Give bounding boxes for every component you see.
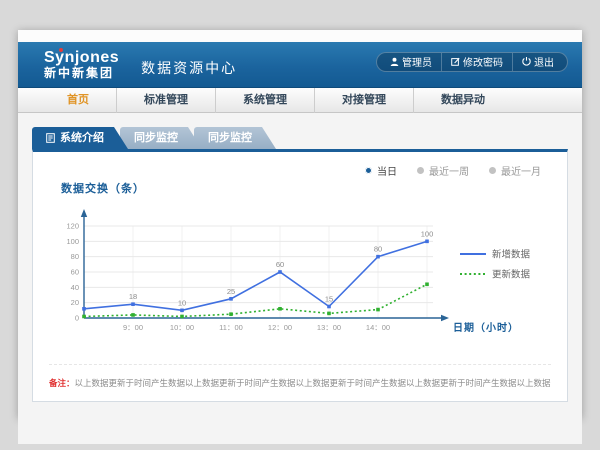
nav-item-interface[interactable]: 对接管理 [314,88,413,113]
svg-text:9：00: 9：00 [123,323,143,332]
page-title: 数据资源中心 [141,58,237,78]
document-icon [46,133,55,143]
svg-text:80: 80 [374,245,382,254]
app-window: Synjones 新中新集团 数据资源中心 管理员 修改密码 退出 首页 标准管… [18,30,582,418]
svg-text:14：00: 14：00 [366,323,390,332]
svg-text:100: 100 [66,237,79,246]
footnote-label: 备注： [49,378,75,388]
logo-red-dot-icon [59,48,63,52]
svg-text:10: 10 [178,298,186,307]
tab-sync-monitor-2-label: 同步监控 [208,127,252,149]
filter-last-week[interactable]: 最近一周 [417,162,469,178]
filter-today-label: 当日 [377,163,397,178]
svg-text:40: 40 [71,283,79,292]
svg-text:15: 15 [325,295,333,304]
svg-text:日期（小时）: 日期（小时） [453,321,519,334]
svg-text:80: 80 [71,252,79,261]
change-password-button[interactable]: 修改密码 [441,53,512,71]
tab-system-intro-label: 系统介绍 [60,127,104,149]
time-range-filters: 当日 最近一周 最近一月 [49,162,551,178]
tab-sync-monitor-2[interactable]: 同步监控 [194,127,276,149]
app-header: Synjones 新中新集团 数据资源中心 管理员 修改密码 退出 [18,42,582,88]
edit-icon [451,57,460,66]
footnote: 备注：以上数据更新于时间产生数据以上数据更新于时间产生数据以上数据更新于时间产生… [49,364,551,389]
svg-text:13：00: 13：00 [317,323,341,332]
tab-sync-monitor-1-label: 同步监控 [134,127,178,149]
content-area: 系统介绍 同步监控 同步监控 当日 最近一周 [18,113,582,444]
logo-text-en: Synjones [44,49,119,66]
svg-text:60: 60 [276,260,284,269]
nav-item-system[interactable]: 系统管理 [215,88,314,113]
filter-last-week-label: 最近一周 [429,163,469,178]
line-chart: 0 20 40 60 80 100 120 9：00 10：00 11：00 12：00 13：00 1… [50,200,550,342]
tab-sync-monitor-1[interactable]: 同步监控 [120,127,202,149]
svg-text:60: 60 [71,268,79,277]
admin-user-button[interactable]: 管理员 [381,53,441,71]
filter-last-month-label: 最近一月 [501,163,541,178]
filter-today[interactable]: 当日 [365,162,397,178]
change-password-label: 修改密码 [463,54,503,69]
svg-text:18: 18 [129,292,137,301]
chart-panel: 当日 最近一周 最近一月 数据交换（条） 0 20 40 60 80 100 120 9：00… [32,149,568,402]
svg-text:12：00: 12：00 [268,323,292,332]
logo: Synjones 新中新集团 [44,50,119,79]
svg-text:20: 20 [71,298,79,307]
svg-text:10：00: 10：00 [170,323,194,332]
svg-text:新增数据: 新增数据 [492,249,531,261]
tab-bar: 系统介绍 同步监控 同步监控 [18,113,582,149]
svg-text:25: 25 [227,287,235,296]
radio-selected-icon [365,167,372,174]
svg-text:120: 120 [66,222,79,231]
nav-item-standards[interactable]: 标准管理 [116,88,215,113]
tab-system-intro[interactable]: 系统介绍 [32,127,128,149]
user-actions: 管理员 修改密码 退出 [376,52,568,72]
footnote-text: 以上数据更新于时间产生数据以上数据更新于时间产生数据以上数据更新于时间产生数据以… [75,378,551,388]
user-icon [390,57,399,66]
admin-user-label: 管理员 [402,54,432,69]
nav-item-data-change[interactable]: 数据异动 [413,88,512,113]
y-axis-title: 数据交换（条） [61,180,551,196]
filter-last-month[interactable]: 最近一月 [489,162,541,178]
power-icon [522,57,531,66]
logout-button[interactable]: 退出 [512,53,563,71]
svg-text:0: 0 [75,314,79,323]
main-nav: 首页 标准管理 系统管理 对接管理 数据异动 [18,88,582,113]
radio-unselected-icon [417,167,424,174]
svg-text:100: 100 [421,229,434,238]
radio-unselected-icon [489,167,496,174]
nav-item-home[interactable]: 首页 [40,88,116,113]
svg-text:11：00: 11：00 [219,323,243,332]
logo-text-cn: 新中新集团 [44,66,114,80]
logout-label: 退出 [534,54,554,69]
svg-text:更新数据: 更新数据 [492,269,531,281]
